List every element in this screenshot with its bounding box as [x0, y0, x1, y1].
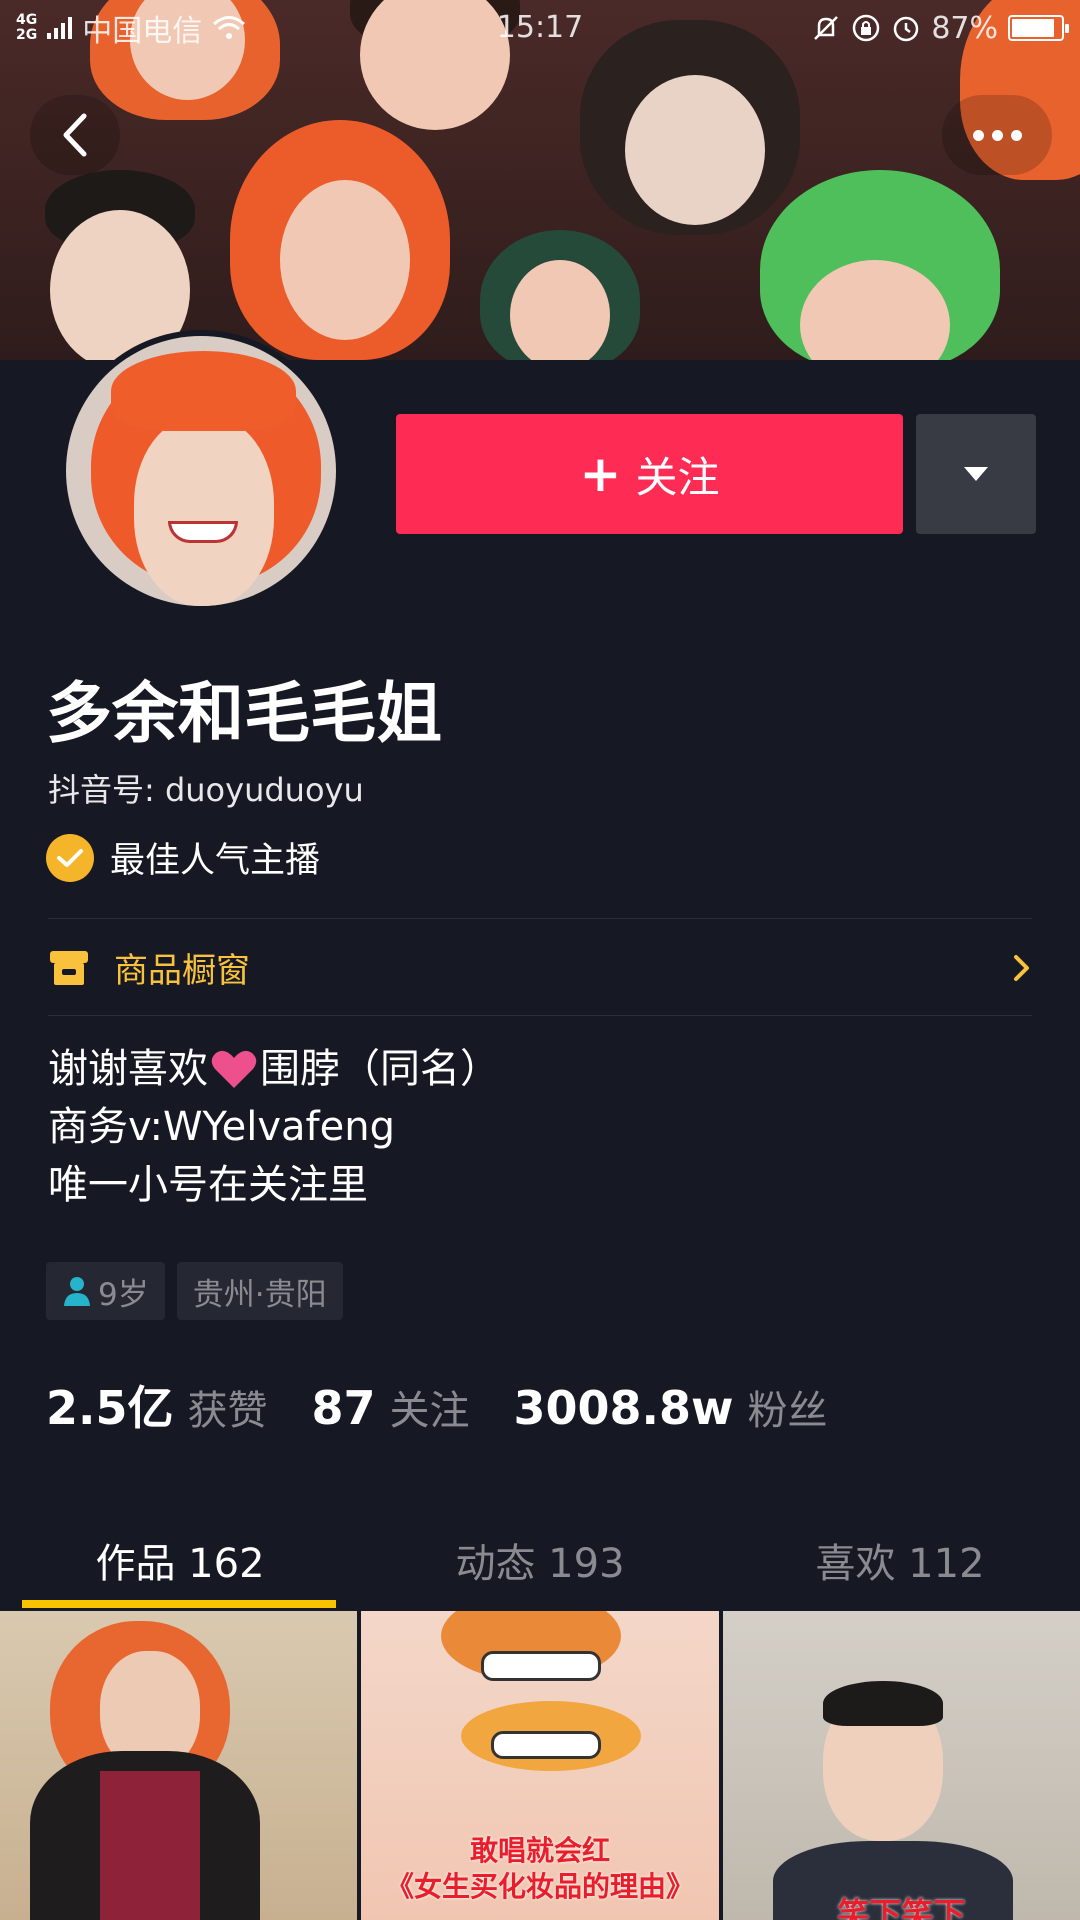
- follow-label: 关注: [635, 452, 720, 502]
- check-badge-icon: [46, 833, 94, 882]
- cover-face: [480, 230, 640, 360]
- video-thumbnail[interactable]: 敢唱就会红 《女生买化妆品的理由》: [361, 1611, 719, 1920]
- network-type: 4G 2G: [16, 12, 38, 43]
- content-tabs: 作品 162 动态 193 喜欢 112: [0, 1510, 1080, 1610]
- following-label: 关注: [389, 1388, 470, 1434]
- tab-works[interactable]: 作品 162: [0, 1510, 360, 1610]
- back-arrow-icon: [63, 113, 87, 157]
- active-tab-indicator: [22, 1600, 336, 1608]
- award-label: 最佳人气主播: [110, 841, 321, 881]
- caret-down-icon: [964, 467, 988, 481]
- shop-window-label: 商品橱窗: [114, 951, 250, 991]
- bio: 谢谢喜欢 围脖（同名） 商务v:WYelvafeng 唯一小号在关注里: [48, 1040, 500, 1214]
- fans-stat[interactable]: 3008.8w 粉丝: [514, 1378, 828, 1436]
- video-grid: 敢唱就会红 《女生买化妆品的理由》 笑下笑下: [0, 1611, 1080, 1920]
- battery-icon: [1008, 15, 1069, 41]
- battery-percent: 87%: [931, 10, 998, 46]
- lock-rotation-icon: [853, 14, 880, 42]
- shop-window-left: 商品橱窗: [48, 943, 250, 992]
- alarm-icon: [894, 16, 919, 42]
- back-button[interactable]: [30, 95, 120, 175]
- battery-level: [1012, 19, 1054, 37]
- cover-banner: 4G 2G 中国电信 15:17 87%: [0, 0, 1080, 360]
- likes-count: 2.5亿: [46, 1381, 174, 1435]
- tab-dynamics[interactable]: 动态 193: [360, 1510, 720, 1610]
- location-label: 贵州·贵阳: [192, 1276, 327, 1313]
- chevron-right-icon: [1014, 954, 1029, 981]
- cover-face: [760, 170, 1000, 360]
- divider: [48, 918, 1032, 919]
- follow-dropdown-button[interactable]: [916, 414, 1036, 534]
- cover-face: [230, 120, 450, 360]
- tab-likes[interactable]: 喜欢 112: [720, 1510, 1080, 1610]
- shop-icon: [50, 950, 88, 985]
- status-left: 4G 2G 中国电信: [16, 6, 246, 50]
- bio-line: 谢谢喜欢 围脖（同名）: [48, 1040, 500, 1098]
- douyin-id: 抖音号: duoyuduoyu: [48, 771, 364, 809]
- stats-row: 2.5亿 获赞 87 关注 3008.8w 粉丝: [46, 1372, 872, 1438]
- more-dots-icon: [972, 129, 1022, 141]
- clock: 15:17: [496, 10, 584, 45]
- avatar[interactable]: [60, 330, 342, 612]
- bio-line: 商务v:WYelvafeng: [48, 1104, 395, 1150]
- status-right: 87%: [811, 10, 1069, 46]
- fans-label: 粉丝: [747, 1388, 828, 1434]
- wifi-icon: [213, 16, 246, 39]
- shop-window-row[interactable]: 商品橱窗: [48, 920, 1032, 1015]
- video-thumbnail[interactable]: 笑下笑下: [722, 1611, 1080, 1920]
- following-count: 87: [311, 1381, 376, 1435]
- likes-label: 获赞: [187, 1388, 268, 1434]
- avatar-image: [66, 336, 336, 606]
- divider: [48, 1015, 1032, 1016]
- award-badge: 最佳人气主播: [46, 832, 320, 883]
- fans-count: 3008.8w: [513, 1381, 734, 1435]
- video-caption: 《女生买化妆品的理由》: [385, 1870, 694, 1903]
- mute-icon: [814, 16, 839, 40]
- carrier-name: 中国电信: [82, 14, 203, 49]
- follow-button[interactable]: + 关注: [396, 414, 903, 534]
- following-stat[interactable]: 87 关注: [312, 1378, 470, 1436]
- person-icon: [64, 1277, 90, 1306]
- video-caption: 笑下笑下: [837, 1895, 966, 1920]
- heart-icon: [211, 1050, 257, 1088]
- bio-text: 谢谢喜欢: [48, 1046, 208, 1092]
- bio-line: 唯一小号在关注里: [48, 1162, 368, 1208]
- video-caption: 敢唱就会红: [469, 1834, 610, 1867]
- age-tag: 9岁: [46, 1262, 165, 1320]
- profile-page: 4G 2G 中国电信 15:17 87% + 关注 多余和毛毛姐 抖音号: du…: [0, 0, 1080, 1920]
- location-tag: 贵州·贵阳: [176, 1262, 343, 1320]
- signal-icon: [47, 17, 73, 39]
- plus-icon: +: [579, 445, 622, 503]
- video-thumbnail[interactable]: [0, 1611, 358, 1920]
- age-label: 9岁: [98, 1276, 149, 1313]
- likes-stat: 2.5亿 获赞: [46, 1372, 268, 1438]
- more-options-button[interactable]: [942, 95, 1052, 175]
- nickname: 多余和毛毛姐: [46, 675, 442, 752]
- profile-tags: 9岁 贵州·贵阳: [46, 1262, 343, 1320]
- status-bar: 4G 2G 中国电信 15:17 87%: [0, 0, 1080, 56]
- bio-text: 围脖（同名）: [260, 1046, 500, 1092]
